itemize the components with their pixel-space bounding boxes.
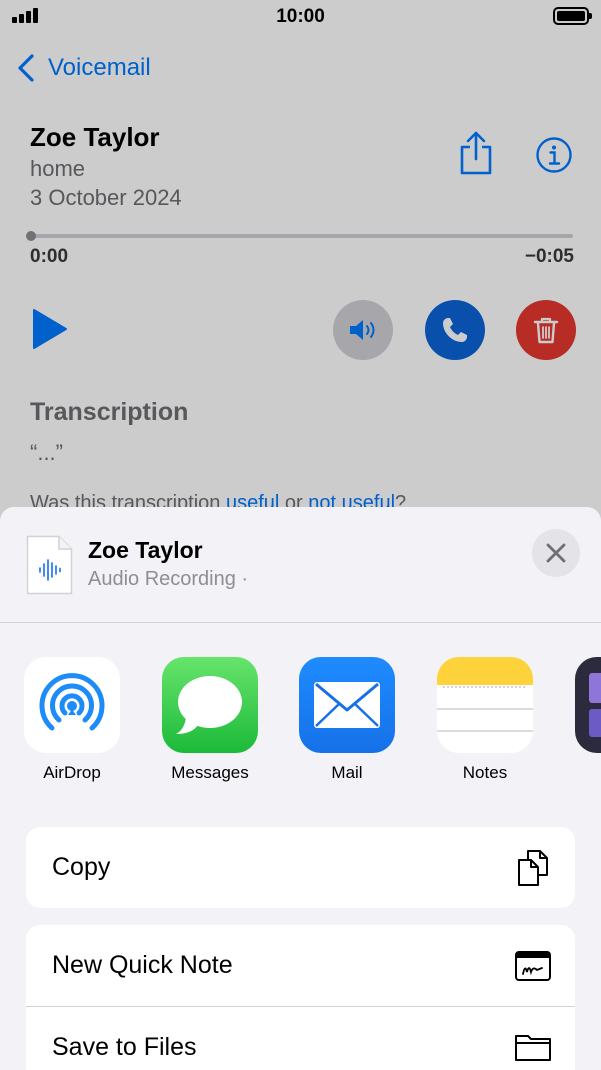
share-app-messages[interactable]: Messages [150,657,270,783]
share-app-label: Mail [331,763,363,782]
notes-icon [437,657,533,753]
audio-file-icon [26,535,73,595]
share-action-group-2: New Quick Note Save to Files [26,925,575,1070]
share-app-label: J [563,763,601,783]
share-app-notes[interactable]: Notes [425,657,545,783]
copy-action[interactable]: Copy [26,827,575,908]
new-quick-note-action[interactable]: New Quick Note [26,925,575,1006]
share-app-partial[interactable]: J [563,657,601,783]
folder-icon [515,1035,551,1061]
app-partial-icon [575,657,601,753]
action-label: Save to Files [52,1032,197,1061]
quick-note-icon [515,950,551,981]
action-label: Copy [52,853,111,881]
share-sheet-header: Zoe Taylor Audio Recording · [0,507,601,623]
share-action-group-1: Copy [26,827,575,908]
share-apps-row: AirDrop Messages Mail Notes [0,657,601,787]
copy-icon [518,849,548,886]
close-button[interactable] [532,529,580,577]
share-app-airdrop[interactable]: AirDrop [12,657,132,783]
share-app-label: Messages [171,763,249,782]
shared-item-subtitle: Audio Recording · [88,568,249,590]
share-app-mail[interactable]: Mail [287,657,407,783]
share-sheet: Zoe Taylor Audio Recording · AirDrop Mes… [0,507,601,1070]
shared-item-title: Zoe Taylor [88,537,203,563]
mail-icon [299,657,395,753]
close-icon [546,543,566,563]
share-app-label: AirDrop [43,763,101,782]
airdrop-icon [24,657,120,753]
share-app-label: Notes [462,763,508,782]
messages-icon [162,657,258,753]
save-to-files-action[interactable]: Save to Files [26,1006,575,1070]
action-label: New Quick Note [52,951,233,979]
